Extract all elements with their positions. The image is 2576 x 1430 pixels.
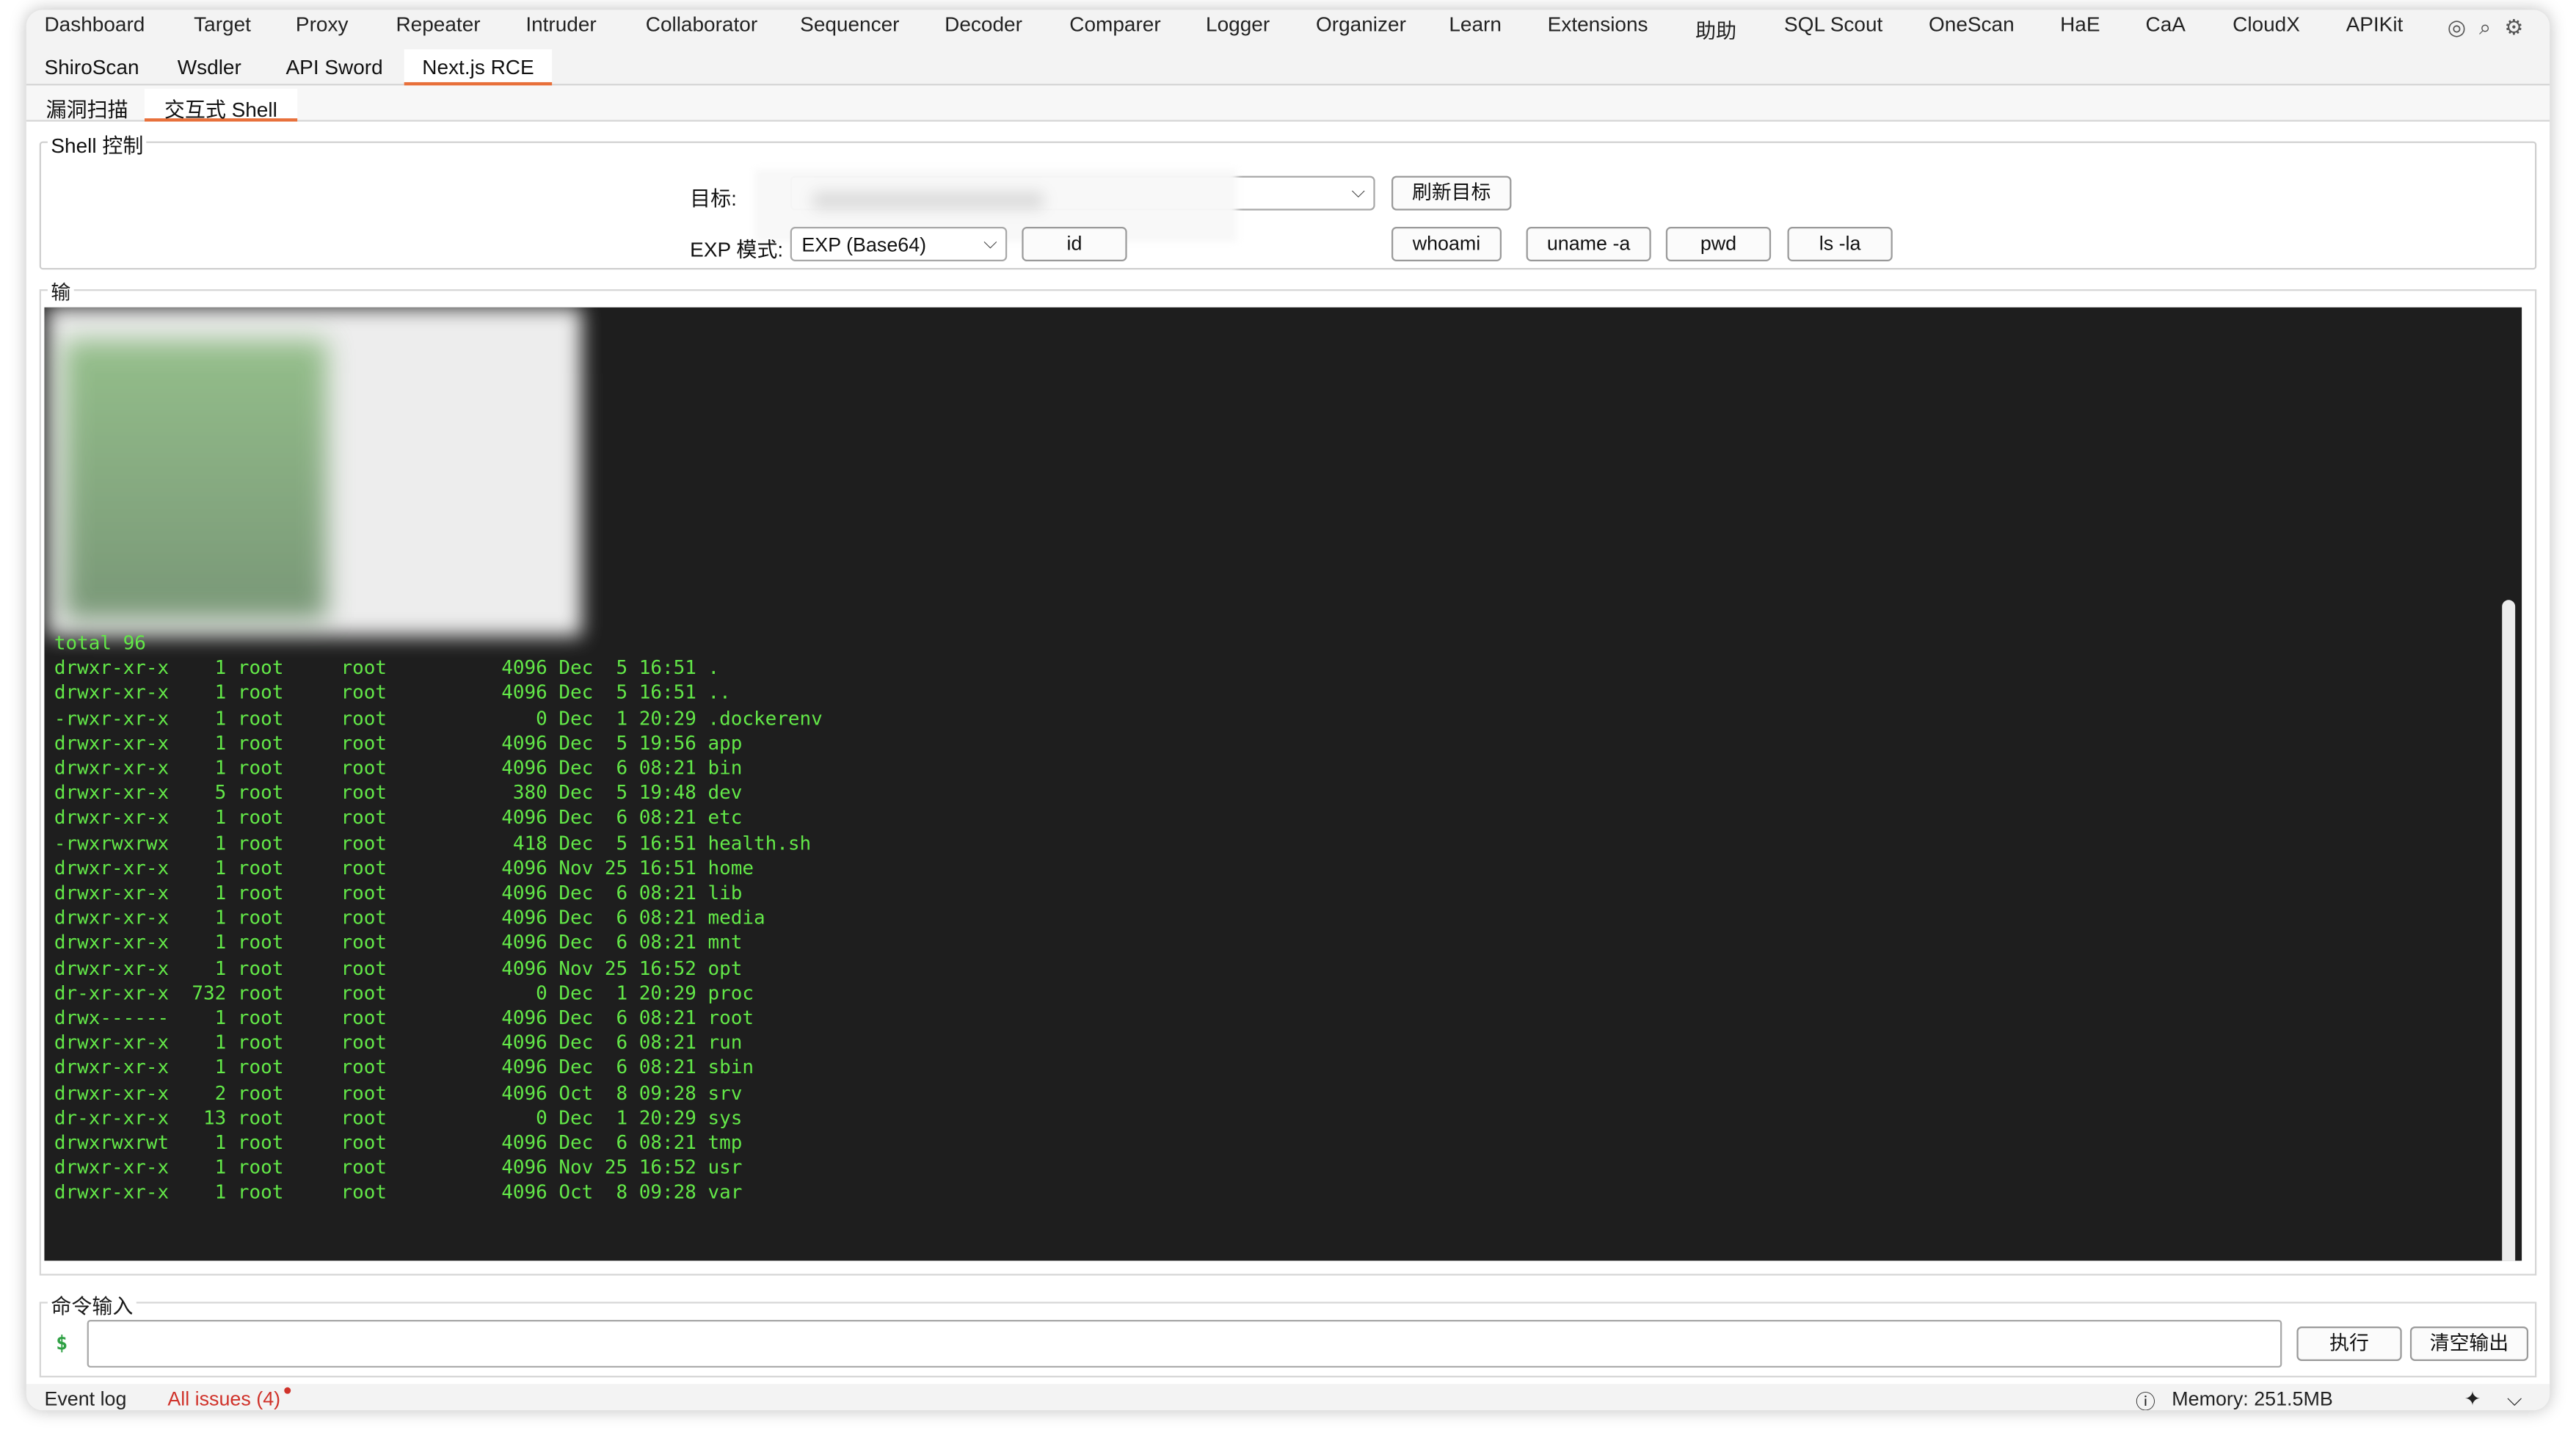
terminal-line: drwxr-xr-x 1 root root 4096 Dec 5 16:51 … [54, 680, 731, 705]
all-issues-link[interactable]: All issues (4) [167, 1387, 291, 1410]
globe-icon[interactable]: ◎ [2448, 15, 2479, 40]
exp-mode-select[interactable]: EXP (Base64) ⌵ [790, 226, 1008, 262]
tab-api-sword[interactable]: API Sword [268, 49, 401, 85]
terminal-line: drwxr-xr-x 1 root root 4096 Nov 25 16:51… [54, 856, 754, 879]
command-input[interactable] [87, 1319, 2282, 1368]
tab-apikit[interactable]: APIKit [2346, 13, 2404, 36]
tab-hae[interactable]: HaE [2060, 13, 2100, 36]
tab-extra[interactable]: 助助 [1695, 13, 1736, 40]
terminal-line: drwxr-xr-x 1 root root 4096 Nov 25 16:52… [54, 956, 743, 979]
terminal-line: drwxr-xr-x 1 root root 4096 Dec 6 08:21 … [54, 1031, 743, 1054]
tab-learn[interactable]: Learn [1449, 13, 1502, 36]
terminal-line: drwxr-xr-x 1 root root 4096 Dec 6 08:21 … [54, 906, 765, 929]
clear-output-button[interactable]: 清空输出 [2409, 1326, 2529, 1361]
tab-sequencer[interactable]: Sequencer [800, 13, 899, 36]
issue-dot [283, 1387, 291, 1394]
terminal-line: dr-xr-xr-x 732 root root 0 Dec 1 20:29 p… [54, 981, 754, 1004]
tab-collaborator[interactable]: Collaborator [646, 13, 757, 36]
shell-control-group: Shell 控制 目标: ⌵ 刷新目标 EXP 模式: EXP (Base64)… [39, 128, 2537, 270]
refresh-target-button[interactable]: 刷新目标 [1391, 175, 1512, 211]
output-title: 输 [47, 277, 74, 306]
chevron-down-icon[interactable]: ⌵ [2507, 1387, 2522, 1410]
terminal-line: drwx------ 1 root root 4096 Dec 6 08:21 … [54, 1006, 754, 1029]
terminal-line: -rwxrwxrwx 1 root root 418 Dec 5 16:51 h… [54, 831, 812, 854]
quick-cmd-id-button[interactable]: id [1022, 226, 1127, 262]
terminal-lines: total 96 drwxr-xr-x 1 root root 4096 Dec … [54, 631, 823, 1206]
tab-logger[interactable]: Logger [1206, 13, 1270, 36]
event-log-link[interactable]: Event log [44, 1387, 126, 1410]
terminal-line: dr-xr-xr-x 13 root root 0 Dec 1 20:29 sy… [54, 1106, 743, 1129]
target-label: 目标: [690, 187, 737, 211]
terminal-line: drwxrwxrwt 1 root root 4096 Dec 6 08:21 … [54, 1130, 743, 1154]
terminal-line: drwxr-xr-x 5 root root 380 Dec 5 19:48 d… [54, 781, 743, 805]
shell-control-title: Shell 控制 [47, 128, 147, 160]
terminal-line: drwxr-xr-x 1 root root 4096 Dec 5 16:51 … [54, 656, 720, 680]
tab-caa[interactable]: CaA [2145, 13, 2185, 36]
prompt-symbol: $ [56, 1331, 68, 1355]
terminal-line: drwxr-xr-x 1 root root 4096 Dec 6 08:21 … [54, 881, 743, 904]
search-icon[interactable]: ⌕ [2479, 15, 2504, 40]
terminal-scrollbar[interactable] [2502, 600, 2516, 1261]
tab-vuln-scan[interactable]: 漏洞扫描 [26, 89, 148, 121]
status-bar: Event log All issues (4) ⓘ Memory: 251.5… [26, 1384, 2550, 1411]
terminal-line: drwxr-xr-x 1 root root 4096 Dec 5 19:56 … [54, 730, 743, 755]
terminal-line: drwxr-xr-x 1 root root 4096 Oct 8 09:28 … [54, 1180, 743, 1205]
tab-cloudx[interactable]: CloudX [2233, 13, 2300, 36]
quick-cmd-whoami-button[interactable]: whoami [1391, 226, 1502, 262]
tab-nextjs-rce[interactable]: Next.js RCE [404, 49, 553, 86]
chevron-down-icon: ⌵ [1351, 182, 1366, 203]
tab-interactive-shell[interactable]: 交互式 Shell [144, 88, 297, 122]
extension-tab-bar: ShiroScan Wsdler API Sword Next.js RCE [26, 43, 2550, 86]
command-input-title: 命令输入 [47, 1288, 137, 1320]
output-group: 输 total 96 drwxr-xr-x 1 root root 4096 De… [39, 277, 2537, 1276]
quick-cmd-ls-button[interactable]: ls -la [1787, 226, 1893, 262]
terminal-line: total 96 [54, 631, 146, 655]
tab-shiroscan[interactable]: ShiroScan [26, 49, 157, 85]
terminal-line: drwxr-xr-x 1 root root 4096 Dec 6 08:21 … [54, 1056, 754, 1079]
shell-panel: Shell 控制 目标: ⌵ 刷新目标 EXP 模式: EXP (Base64)… [26, 121, 2550, 1384]
tab-sql-scout[interactable]: SQL Scout [1784, 13, 1882, 36]
tab-dashboard[interactable]: Dashboard [44, 13, 145, 36]
tab-intruder[interactable]: Intruder [525, 13, 596, 36]
settings-icon[interactable]: ⚙ [2504, 15, 2536, 40]
terminal-line: drwxr-xr-x 1 root root 4096 Dec 6 08:21 … [54, 756, 743, 780]
tab-proxy[interactable]: Proxy [296, 13, 349, 36]
terminal-line: drwxr-xr-x 1 root root 4096 Dec 6 08:21 … [54, 806, 743, 830]
terminal-line: drwxr-xr-x 1 root root 4096 Dec 6 08:21 … [54, 931, 743, 954]
chevron-down-icon: ⌵ [983, 233, 997, 253]
terminal-line: -rwxr-xr-x 1 root root 0 Dec 1 20:29 .do… [54, 705, 823, 730]
redacted-output-text [64, 340, 327, 620]
toolbar-icons[interactable]: ◎⌕⚙ [2448, 15, 2537, 40]
terminal-line: drwxr-xr-x 2 root root 4096 Oct 8 09:28 … [54, 1081, 743, 1104]
terminal-line: drwxr-xr-x 1 root root 4096 Nov 25 16:52… [54, 1155, 743, 1180]
exp-mode-label: EXP 模式: [690, 238, 784, 262]
tab-organizer[interactable]: Organizer [1316, 13, 1406, 36]
info-icon: ⓘ [2136, 1390, 2155, 1411]
tab-repeater[interactable]: Repeater [396, 13, 480, 36]
sub-tab-bar: 漏洞扫描 交互式 Shell [26, 85, 2550, 122]
burp-window: Dashboard Target Proxy Repeater Intruder… [26, 10, 2550, 1411]
tab-comparer[interactable]: Comparer [1069, 13, 1160, 36]
tab-wsdler[interactable]: Wsdler [159, 49, 259, 85]
execute-button[interactable]: 执行 [2296, 1326, 2402, 1361]
memory-readout: Memory: 251.5MB [2172, 1387, 2333, 1411]
tab-extensions[interactable]: Extensions [1548, 13, 1648, 36]
quick-cmd-uname-button[interactable]: uname -a [1526, 226, 1651, 262]
command-input-group: 命令输入 $ 执行 清空输出 [39, 1288, 2537, 1378]
sparkle-icon[interactable]: ✦ [2464, 1387, 2481, 1410]
quick-cmd-pwd-button[interactable]: pwd [1665, 226, 1772, 262]
tab-decoder[interactable]: Decoder [945, 13, 1022, 36]
tab-onescan[interactable]: OneScan [1929, 13, 2015, 36]
tool-tab-bar: Dashboard Target Proxy Repeater Intruder… [26, 10, 2550, 40]
terminal-output[interactable]: total 96 drwxr-xr-x 1 root root 4096 Dec … [44, 307, 2522, 1261]
tab-target[interactable]: Target [194, 13, 251, 36]
